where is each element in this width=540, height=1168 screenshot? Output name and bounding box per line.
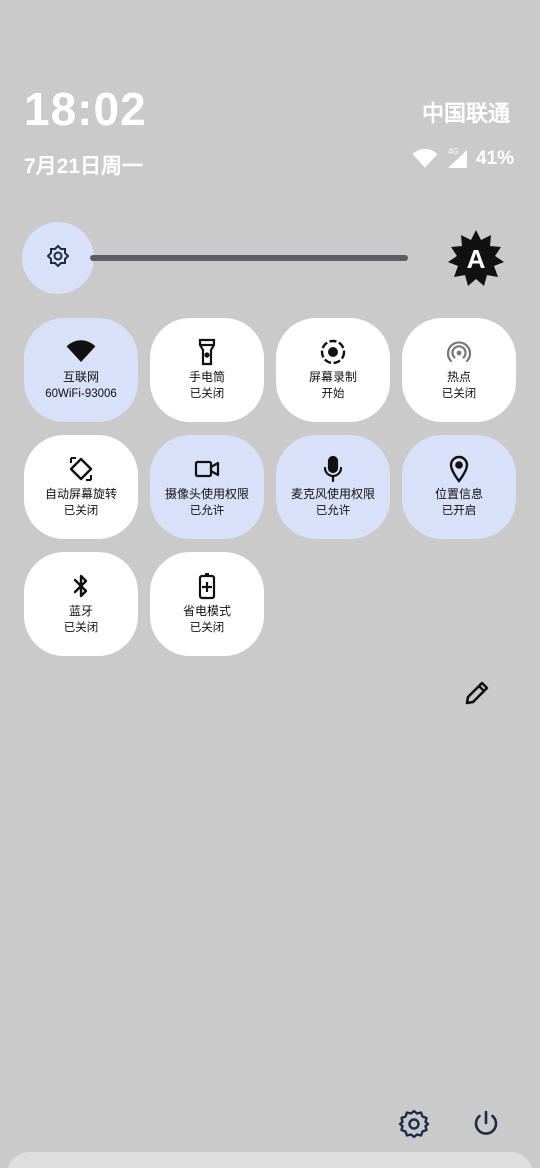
tile-status: 已关闭 xyxy=(189,622,225,634)
tile-status: 60WiFi-93006 xyxy=(45,388,117,400)
tile-title: 自动屏幕旋转 xyxy=(44,487,117,501)
power-icon xyxy=(470,1110,502,1144)
carrier-name: 中国联通 xyxy=(421,101,510,126)
tile-title: 屏幕录制 xyxy=(308,370,357,384)
tile-battery-saver[interactable]: 省电模式 已关闭 xyxy=(150,552,264,656)
tile-title: 位置信息 xyxy=(434,487,483,501)
tile-bluetooth[interactable]: 蓝牙 已关闭 xyxy=(24,552,138,656)
hotspot-icon xyxy=(445,338,473,366)
pencil-icon xyxy=(462,681,492,712)
tile-title: 省电模式 xyxy=(182,604,231,618)
tile-flashlight[interactable]: 手电筒 已关闭 xyxy=(150,318,264,422)
wifi-status-icon xyxy=(412,149,438,169)
tile-auto-rotate[interactable]: 自动屏幕旋转 已关闭 xyxy=(24,435,138,539)
quick-settings-panel: 18:02 中国联通 7月21日周一 4G 41% A 互联网 60WiFi-9… xyxy=(0,0,540,1168)
tile-title: 手电筒 xyxy=(188,370,225,384)
tile-status: 已关闭 xyxy=(63,622,99,634)
cellular-signal-icon: 4G xyxy=(446,147,468,169)
battery-percent: 41% xyxy=(475,148,514,169)
tile-title: 麦克风使用权限 xyxy=(290,487,375,501)
tile-status: 已开启 xyxy=(441,505,477,517)
brightness-icon xyxy=(46,244,70,273)
bluetooth-icon xyxy=(71,572,91,600)
battery-saver-icon xyxy=(198,572,216,600)
clock: 18:02 xyxy=(24,83,147,135)
tile-status: 已允许 xyxy=(189,505,225,517)
tile-title: 互联网 xyxy=(62,370,99,384)
flashlight-icon xyxy=(197,338,217,366)
tile-status: 已关闭 xyxy=(441,388,477,400)
brightness-slider-knob[interactable] xyxy=(22,222,94,294)
microphone-icon xyxy=(322,455,344,483)
status-icons: 4G 41% xyxy=(412,147,514,170)
tile-title: 热点 xyxy=(446,370,471,384)
tile-status: 已关闭 xyxy=(63,505,99,517)
settings-button[interactable] xyxy=(398,1108,430,1140)
auto-brightness-button[interactable]: A xyxy=(446,228,506,288)
auto-brightness-label: A xyxy=(467,244,486,274)
rotate-icon xyxy=(67,455,95,483)
tile-microphone-access[interactable]: 麦克风使用权限 已允许 xyxy=(276,435,390,539)
tile-title: 摄像头使用权限 xyxy=(164,487,249,501)
power-button[interactable] xyxy=(470,1108,502,1140)
camera-icon xyxy=(194,455,220,483)
tile-status: 已允许 xyxy=(315,505,351,517)
tile-title: 蓝牙 xyxy=(68,604,93,618)
gear-icon xyxy=(398,1109,430,1144)
panel-drag-handle[interactable] xyxy=(6,1152,534,1168)
tile-status: 已关闭 xyxy=(189,388,225,400)
tile-status: 开始 xyxy=(321,388,345,400)
date: 7月21日周一 xyxy=(24,155,144,178)
tile-internet[interactable]: 互联网 60WiFi-93006 xyxy=(24,318,138,422)
brightness-slider-track[interactable] xyxy=(90,255,408,261)
network-type-label: 4G xyxy=(447,147,459,156)
tile-camera-access[interactable]: 摄像头使用权限 已允许 xyxy=(150,435,264,539)
edit-tiles-button[interactable] xyxy=(462,678,492,708)
screen-record-icon xyxy=(319,338,347,366)
wifi-icon xyxy=(66,338,96,366)
tile-screen-record[interactable]: 屏幕录制 开始 xyxy=(276,318,390,422)
location-icon xyxy=(448,455,470,483)
tile-hotspot[interactable]: 热点 已关闭 xyxy=(402,318,516,422)
tile-location[interactable]: 位置信息 已开启 xyxy=(402,435,516,539)
